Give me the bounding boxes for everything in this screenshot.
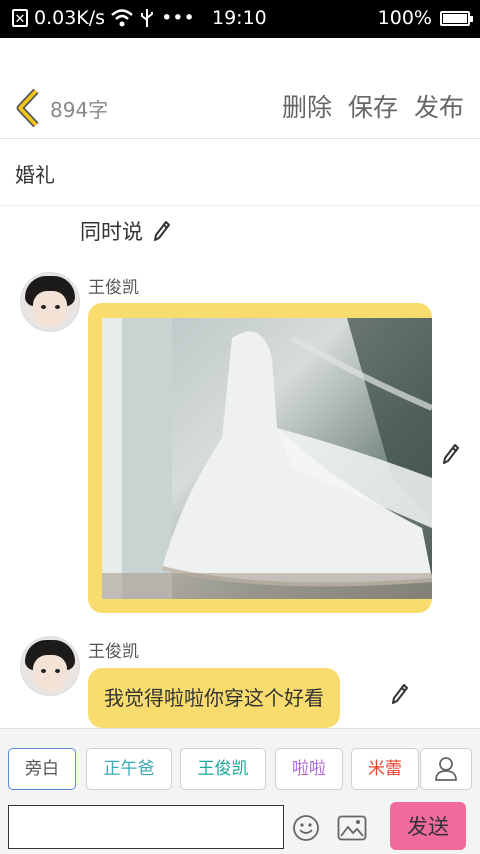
avatar[interactable] <box>20 272 80 332</box>
add-role-button[interactable] <box>420 748 472 790</box>
battery-icon <box>440 10 473 26</box>
role-button[interactable]: 啦啦 <box>275 748 343 790</box>
save-button[interactable]: 保存 <box>348 88 398 124</box>
person-icon <box>435 757 457 781</box>
edit-message-pencil-icon[interactable] <box>442 443 460 465</box>
title-row[interactable]: 婚礼 <box>0 139 480 206</box>
speaker-name: 王俊凯 <box>88 642 139 662</box>
role-narrator-button[interactable]: 旁白 <box>8 748 76 790</box>
publish-button[interactable]: 发布 <box>414 88 464 124</box>
avatar[interactable] <box>20 636 80 696</box>
document-title: 婚礼 <box>15 163 55 187</box>
wedding-dress-photo[interactable] <box>102 318 432 599</box>
text-message-bubble[interactable]: 我觉得啦啦你穿这个好看 <box>88 668 340 728</box>
role-button[interactable]: 米蕾 <box>351 748 419 790</box>
battery-percent: 100% <box>377 7 432 29</box>
usb-icon <box>141 9 154 27</box>
clock: 19:10 <box>212 7 267 29</box>
send-button[interactable]: 发送 <box>390 802 466 850</box>
image-picker-icon[interactable] <box>337 815 367 841</box>
role-label: 正午爸 <box>103 759 155 779</box>
composer-bar: 发送 <box>0 798 480 854</box>
notification-icon: ✕ <box>12 9 28 27</box>
pencil-icon[interactable] <box>153 220 171 242</box>
simultaneous-label: 同时说 <box>80 220 143 244</box>
emoji-icon[interactable] <box>292 814 320 842</box>
speaker-name: 王俊凯 <box>88 278 139 298</box>
simultaneous-talk[interactable]: 同时说 <box>80 216 171 246</box>
role-button[interactable]: 王俊凯 <box>180 748 266 790</box>
delete-button[interactable]: 删除 <box>282 88 332 124</box>
image-message-bubble[interactable] <box>88 303 432 613</box>
role-selector-bar: 旁白 正午爸 王俊凯 啦啦 米蕾 <box>0 728 480 799</box>
role-label: 米蕾 <box>368 759 402 779</box>
role-label: 啦啦 <box>292 759 326 779</box>
more-indicator: ••• <box>161 7 195 29</box>
top-bar: 894字 删除 保存 发布 <box>0 38 480 139</box>
message-input[interactable] <box>8 805 284 849</box>
net-speed: 0.03K/s <box>34 7 106 29</box>
role-label: 旁白 <box>25 759 59 779</box>
role-button[interactable]: 正午爸 <box>86 748 172 790</box>
back-chevron-icon[interactable] <box>14 88 44 128</box>
role-label: 王俊凯 <box>197 759 249 779</box>
wifi-icon <box>111 9 133 27</box>
char-count: 894字 <box>50 98 109 122</box>
status-bar: ✕ 0.03K/s ••• 19:10 100% <box>0 0 480 38</box>
edit-message-pencil-icon[interactable] <box>391 683 409 705</box>
